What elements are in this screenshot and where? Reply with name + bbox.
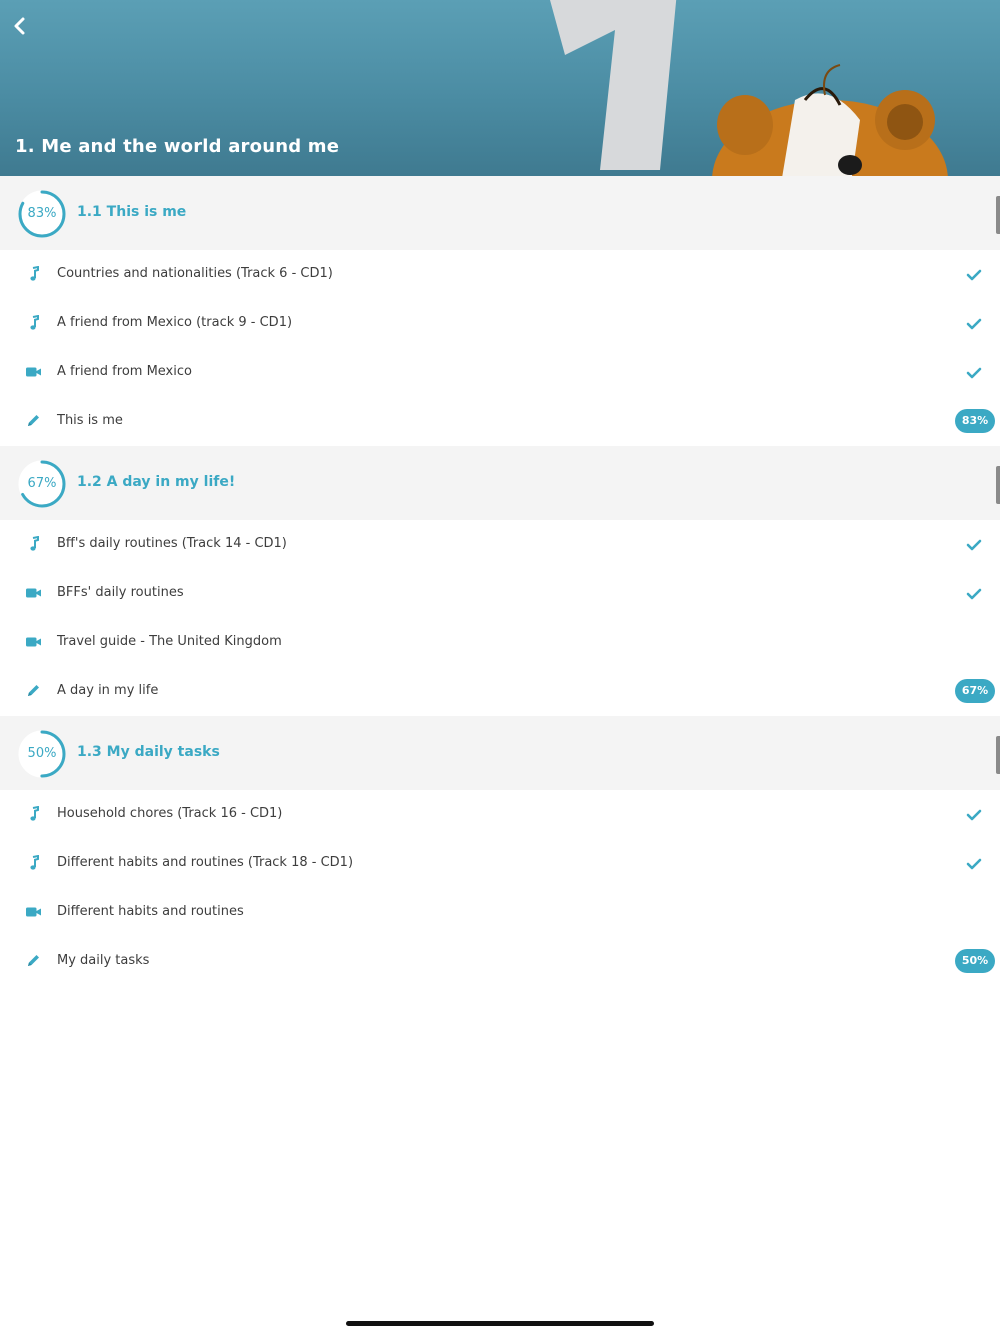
progress-percent: 50% [27, 746, 57, 761]
section-title: 1.1 This is me [77, 204, 187, 220]
home-indicator [346, 1321, 654, 1326]
checkmark-icon [966, 267, 982, 281]
checkmark-icon [966, 586, 982, 600]
lesson-item-label: BFFs' daily routines [57, 585, 184, 600]
lesson-item-label: A friend from Mexico [57, 364, 192, 379]
music-note-icon [25, 854, 43, 871]
lesson-item-label: A friend from Mexico (track 9 - CD1) [57, 315, 293, 330]
progress-percent: 83% [27, 206, 57, 221]
score-badge: 83% [955, 409, 995, 433]
checkmark-icon [966, 537, 982, 551]
checkmark-icon [966, 316, 982, 330]
lesson-item[interactable]: Travel guide - The United Kingdom [0, 618, 1000, 667]
lesson-item[interactable]: Bff's daily routines (Track 14 - CD1) [0, 520, 1000, 569]
checkmark-icon [966, 856, 982, 870]
lesson-list: 83% 1.1 This is me Countries and nationali… [0, 176, 1000, 986]
lesson-item-label: Different habits and routines (Track 18 … [57, 855, 354, 870]
section-handle [996, 196, 1000, 234]
lesson-item-label: My daily tasks [57, 953, 150, 968]
lesson-item-label: Bff's daily routines (Track 14 - CD1) [57, 536, 287, 551]
lesson-item[interactable]: Different habits and routines (Track 18 … [0, 839, 1000, 888]
section-title: 1.3 My daily tasks [77, 744, 220, 760]
video-camera-icon [25, 585, 43, 601]
lesson-item-label: Household chores (Track 16 - CD1) [57, 806, 283, 821]
lesson-item[interactable]: Household chores (Track 16 - CD1) [0, 790, 1000, 839]
music-note-icon [25, 265, 43, 282]
lesson-item-label: A day in my life [57, 683, 159, 698]
checkmark-icon [966, 365, 982, 379]
hamster-mascot-icon [712, 64, 948, 176]
lesson-item[interactable]: A friend from Mexico (track 9 - CD1) [0, 299, 1000, 348]
music-note-icon [25, 535, 43, 552]
checkmark-icon [966, 807, 982, 821]
lesson-item[interactable]: Countries and nationalities (Track 6 - C… [0, 250, 1000, 299]
progress-percent: 67% [27, 476, 57, 491]
unit-number-graphic [550, 0, 677, 170]
lesson-item-label: Travel guide - The United Kingdom [57, 634, 282, 649]
lesson-item-label: Different habits and routines [57, 904, 244, 919]
pencil-icon [25, 683, 43, 699]
section-handle [996, 736, 1000, 774]
unit-header: 1. Me and the world around me [0, 0, 1000, 176]
score-badge: 50% [955, 949, 995, 973]
lesson-item[interactable]: This is me 83% [0, 397, 1000, 446]
music-note-icon [25, 314, 43, 331]
lesson-item[interactable]: BFFs' daily routines [0, 569, 1000, 618]
video-camera-icon [25, 904, 43, 920]
lesson-item[interactable]: My daily tasks 50% [0, 937, 1000, 986]
pencil-icon [25, 953, 43, 969]
section-header[interactable]: 50% 1.3 My daily tasks [0, 716, 1000, 790]
chevron-left-icon [14, 17, 25, 35]
pencil-icon [25, 413, 43, 429]
lesson-item[interactable]: A day in my life 67% [0, 667, 1000, 716]
section-header[interactable]: 67% 1.2 A day in my life! [0, 446, 1000, 520]
section-header[interactable]: 83% 1.1 This is me [0, 176, 1000, 250]
video-camera-icon [25, 634, 43, 650]
section-handle [996, 466, 1000, 504]
lesson-item-label: This is me [57, 413, 123, 428]
back-button[interactable] [6, 12, 34, 40]
page-title: 1. Me and the world around me [15, 136, 340, 157]
lesson-item[interactable]: Different habits and routines [0, 888, 1000, 937]
lesson-item[interactable]: A friend from Mexico [0, 348, 1000, 397]
video-camera-icon [25, 364, 43, 380]
lesson-item-label: Countries and nationalities (Track 6 - C… [57, 266, 333, 281]
section-title: 1.2 A day in my life! [77, 474, 236, 490]
music-note-icon [25, 805, 43, 822]
score-badge: 67% [955, 679, 995, 703]
